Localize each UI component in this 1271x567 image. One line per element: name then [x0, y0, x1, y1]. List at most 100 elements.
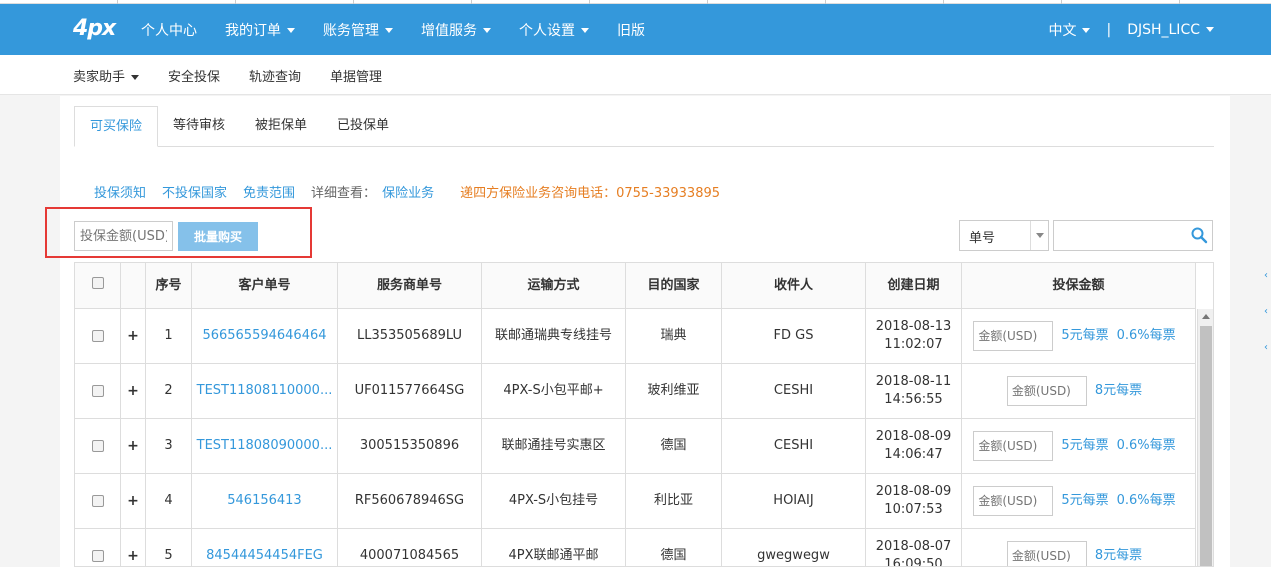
row-shipping: 4PX-S小包挂号	[482, 474, 626, 528]
insurance-option-link[interactable]: 8元每票	[1095, 382, 1142, 400]
main-nav: 个人中心 我的订单 账务管理 增值服务 个人设置 旧版	[141, 4, 673, 55]
row-checkbox[interactable]	[91, 440, 104, 452]
insurance-tabs: 可买保险 等待审核 被拒保单 已投保单	[74, 106, 1214, 147]
subnav-safe-insurance[interactable]: 安全投保	[168, 66, 220, 85]
customer-no-link[interactable]: TEST11808090000...	[197, 437, 333, 455]
nav-value-added[interactable]: 增值服务	[421, 20, 491, 40]
brand-logo[interactable]: 4px	[73, 16, 116, 41]
row-receiver: gwegwegw	[722, 529, 866, 566]
expand-plus-icon[interactable]: +	[127, 437, 139, 455]
row-seq: 2	[146, 364, 192, 418]
row-date: 2018-08-13 11:02:07	[875, 319, 952, 352]
row-amount-input[interactable]	[973, 321, 1054, 351]
top-navbar: 4px 个人中心 我的订单 账务管理 增值服务 个人设置 旧版 中文 | DJS…	[0, 4, 1271, 55]
user-menu[interactable]: DJSH_LICC	[1127, 22, 1214, 38]
subnav-track-query[interactable]: 轨迹查询	[249, 66, 301, 85]
nav-personal-settings[interactable]: 个人设置	[519, 20, 589, 40]
row-date-cell: 2018-08-09 10:07:53	[866, 474, 962, 528]
header-expand	[121, 263, 146, 309]
nav-separator: |	[1106, 21, 1112, 38]
tab-insured[interactable]: 已投保单	[322, 106, 404, 147]
insurance-option-link[interactable]: 0.6%每票	[1117, 327, 1176, 345]
row-checkbox[interactable]	[91, 495, 104, 507]
link-insurance-notice[interactable]: 投保须知	[94, 182, 146, 201]
link-exemption-scope[interactable]: 免责范围	[243, 182, 295, 201]
search-icon[interactable]	[1190, 226, 1208, 244]
expand-plus-icon[interactable]: +	[127, 547, 139, 565]
tab-pending-review[interactable]: 等待审核	[158, 106, 240, 147]
row-amount-input[interactable]	[973, 486, 1054, 516]
row-checkbox[interactable]	[91, 550, 104, 562]
row-receiver: FD GS	[722, 309, 866, 363]
batch-buy-button[interactable]: 批量购买	[178, 222, 258, 251]
expand-plus-icon[interactable]: +	[127, 327, 139, 345]
chevron-left-icon[interactable]: ‹	[1264, 306, 1271, 317]
select-all-checkbox[interactable]	[91, 277, 104, 289]
info-links: 投保须知 不投保国家 免责范围 详细查看： 保险业务 递四方保险业务咨询电话：0…	[94, 182, 720, 201]
link-excluded-countries[interactable]: 不投保国家	[162, 182, 227, 201]
tab-buyable-insurance[interactable]: 可买保险	[74, 106, 159, 147]
row-checkbox[interactable]	[91, 385, 104, 397]
insurance-option-link[interactable]: 0.6%每票	[1117, 437, 1176, 455]
row-expand-cell: +	[121, 419, 146, 473]
row-date-cell: 2018-08-07 16:09:50	[866, 529, 962, 567]
row-shipping: 联邮通挂号实惠区	[482, 419, 626, 473]
expand-plus-icon[interactable]: +	[127, 492, 139, 510]
row-amount-input[interactable]	[973, 431, 1054, 461]
nav-old-version[interactable]: 旧版	[617, 20, 645, 40]
table-body: +1 566565594646464 LL353505689LU 联邮通瑞典专线挂号瑞…	[75, 309, 1196, 567]
insurance-option-link[interactable]: 5元每票	[1061, 492, 1108, 510]
row-provider-no: UF011577664SG	[338, 364, 482, 418]
insurance-option-link[interactable]: 8元每票	[1095, 547, 1142, 565]
nav-accounts[interactable]: 账务管理	[323, 20, 393, 40]
row-select-cell	[75, 309, 121, 363]
detail-label: 详细查看：	[311, 186, 377, 201]
table-row: +5 84544454454FEG 400071084565 4PX联邮通平邮 德国 gw…	[75, 529, 1196, 567]
insurance-table: 序号 客户单号 服务商单号 运输方式 目的国家 收件人 创建日期 投保金额 +1…	[74, 262, 1214, 567]
batch-amount-input[interactable]	[74, 221, 173, 251]
chevron-left-icon[interactable]: ‹	[1264, 342, 1271, 353]
subnav-seller-assistant[interactable]: 卖家助手	[73, 66, 140, 85]
row-select-cell	[75, 474, 121, 528]
row-amount-input[interactable]	[1006, 541, 1087, 566]
customer-no-link[interactable]: 566565594646464	[202, 327, 326, 345]
table-scrollbar[interactable]	[1197, 309, 1213, 566]
nav-personal-center[interactable]: 个人中心	[141, 20, 197, 40]
row-receiver: CESHI	[722, 419, 866, 473]
insurance-option-link[interactable]: 5元每票	[1061, 437, 1108, 455]
row-country: 玻利维亚	[626, 364, 722, 418]
subnav-document-management[interactable]: 单据管理	[330, 66, 382, 85]
chevron-down-icon	[483, 28, 491, 33]
scroll-thumb[interactable]	[1200, 326, 1212, 566]
customer-no-link[interactable]: TEST11808110000...	[197, 382, 333, 400]
insurance-option-link[interactable]: 0.6%每票	[1117, 492, 1176, 510]
chevron-down-icon	[1082, 28, 1091, 33]
sub-navbar: 卖家助手 安全投保 轨迹查询 单据管理	[0, 55, 1271, 95]
table-row: +1 566565594646464 LL353505689LU 联邮通瑞典专线挂号瑞…	[75, 309, 1196, 364]
row-select-cell	[75, 529, 121, 566]
customer-no-link[interactable]: 546156413	[227, 492, 301, 510]
header-shipping: 运输方式	[482, 263, 626, 309]
tab-rejected[interactable]: 被拒保单	[240, 106, 322, 147]
row-date: 2018-08-07 16:09:50	[875, 539, 952, 567]
link-insurance-business[interactable]: 保险业务	[382, 182, 434, 201]
insurance-option-link[interactable]: 5元每票	[1061, 327, 1108, 345]
search-input[interactable]	[1053, 220, 1213, 251]
row-seq: 4	[146, 474, 192, 528]
language-select[interactable]: 中文	[1048, 20, 1091, 40]
customer-no-link[interactable]: 84544454454FEG	[206, 547, 323, 565]
nav-my-orders[interactable]: 我的订单	[225, 20, 295, 40]
table-row: +4 546156413 RF560678946SG 4PX-S小包挂号 利比亚 HOIA…	[75, 474, 1196, 529]
row-amount-cell: 8元每票	[962, 529, 1196, 566]
chevron-left-icon[interactable]: ‹	[1264, 270, 1271, 281]
row-provider-no: 300515350896	[338, 419, 482, 473]
row-amount-input[interactable]	[1006, 376, 1087, 406]
chevron-down-icon	[385, 28, 393, 33]
search-type-select[interactable]: 单号	[959, 220, 1049, 251]
table-row: +3 TEST11808090000... 300515350896 联邮通挂号实惠区…	[75, 419, 1196, 474]
scroll-up-icon[interactable]	[1202, 314, 1210, 319]
header-seq: 序号	[146, 263, 192, 309]
row-provider-no: 400071084565	[338, 529, 482, 566]
row-checkbox[interactable]	[91, 330, 104, 342]
expand-plus-icon[interactable]: +	[127, 382, 139, 400]
